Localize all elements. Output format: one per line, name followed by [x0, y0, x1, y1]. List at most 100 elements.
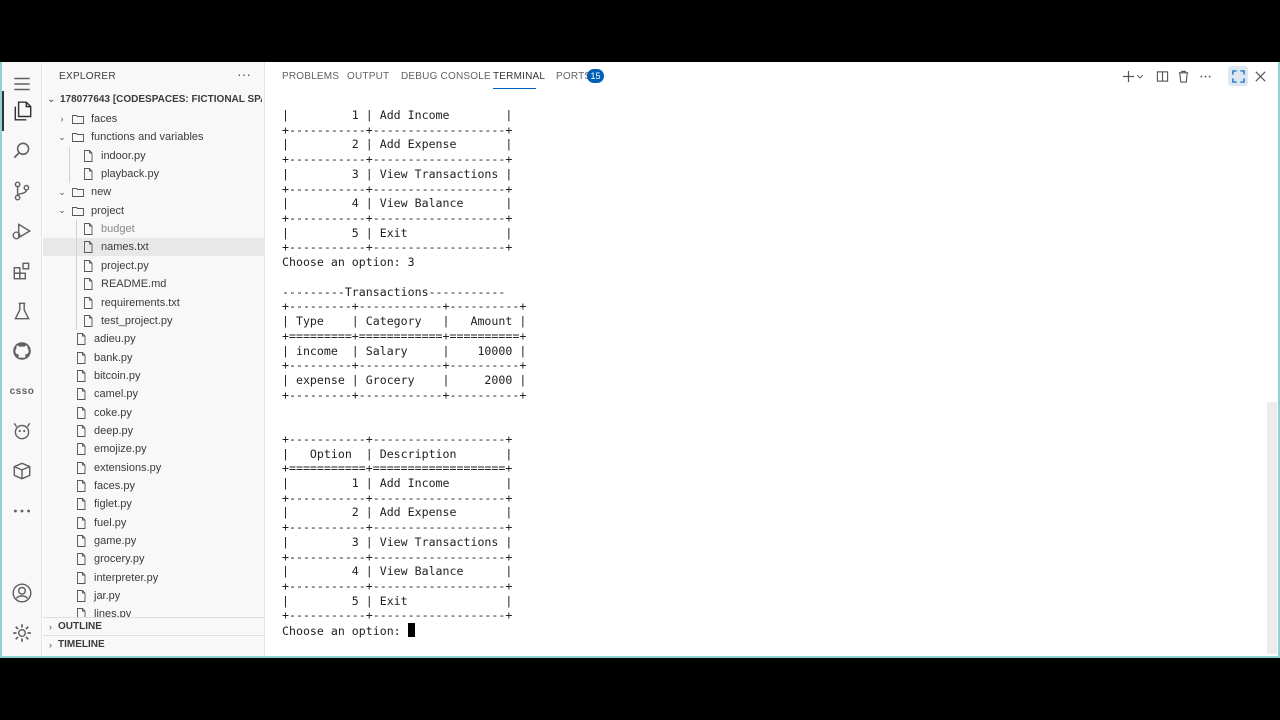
terminal-line: | 4 | View Balance | — [282, 564, 513, 579]
tree-file[interactable]: camel.py — [43, 385, 265, 403]
terminal-line: +-----------+-------------------+ — [282, 579, 513, 594]
tab-debug-console[interactable]: DEBUG CONSOLE — [401, 71, 491, 82]
timeline-section[interactable]: › TIMELINE — [43, 635, 265, 653]
terminal-line: | 1 | Add Income | — [282, 108, 513, 122]
terminal-line: | income | Salary | 10000 | — [282, 343, 527, 358]
tree-file[interactable]: figlet.py — [43, 495, 265, 513]
csso-icon[interactable]: csso — [2, 371, 42, 411]
new-terminal-icon[interactable] — [1120, 68, 1136, 84]
tree-item-label: budget — [101, 223, 135, 236]
tree-folder[interactable]: › faces — [43, 110, 265, 128]
tree-item-label: emojize.py — [94, 443, 147, 456]
tree-file[interactable]: indoor.py — [43, 147, 265, 165]
chevron-down-icon: ⌄ — [58, 131, 66, 142]
tree-item-label: indoor.py — [101, 149, 146, 162]
terminal-output[interactable]: | 1 | Add Income | +-----------+---------… — [282, 108, 1262, 650]
tab-problems[interactable]: PROBLEMS — [282, 71, 339, 82]
tree-item-label: README.md — [101, 278, 167, 291]
terminal-line: +-----------+-------------------+ — [282, 608, 513, 623]
tree-item-label: faces — [91, 113, 118, 125]
remote-explorer-icon[interactable] — [2, 411, 42, 451]
tree-item-label: lines.py — [94, 608, 132, 617]
tree-folder[interactable]: ⌄ functions and variables — [43, 128, 265, 146]
tree-file[interactable]: deep.py — [43, 422, 265, 440]
tree-file[interactable]: jar.py — [43, 587, 265, 605]
terminal-line: | expense | Grocery | 2000 | — [282, 372, 527, 387]
trash-icon[interactable] — [1175, 68, 1191, 84]
terminal-line: | 5 | Exit | — [282, 593, 513, 608]
terminal-line: Choose an option: — [282, 623, 415, 638]
file-icon — [75, 498, 94, 511]
tab-ports[interactable]: PORTS — [556, 71, 591, 82]
explorer-more-icon[interactable]: ··· — [237, 66, 251, 82]
file-icon — [75, 443, 94, 456]
tree-file[interactable]: game.py — [43, 532, 265, 550]
account-icon[interactable] — [2, 573, 42, 613]
chevron-down-icon: ⌄ — [47, 94, 56, 105]
timeline-label: TIMELINE — [58, 639, 105, 650]
tree-file[interactable]: bitcoin.py — [43, 367, 265, 385]
container-icon[interactable] — [2, 451, 42, 491]
tree-item-label: coke.py — [94, 406, 132, 419]
tree-file[interactable]: faces.py — [43, 477, 265, 495]
tree-file[interactable]: playback.py — [43, 165, 265, 183]
extensions-icon[interactable] — [2, 251, 42, 291]
chevron-right-icon: › — [49, 621, 52, 632]
terminal-line: | Type | Category | Amount | — [282, 314, 527, 329]
terminal-line: | 1 | Add Income | — [282, 476, 513, 490]
terminal-line: +---------+------------+----------+ — [282, 299, 527, 314]
explorer-header: EXPLORER ··· — [43, 62, 265, 90]
file-icon — [75, 590, 94, 603]
search-icon[interactable] — [2, 131, 42, 171]
settings-gear-icon[interactable] — [2, 613, 42, 653]
github-icon[interactable] — [2, 331, 42, 371]
tree-file[interactable]: interpreter.py — [43, 569, 265, 587]
terminal-line: +---------+------------+----------+ — [282, 387, 527, 402]
active-tab-indicator — [493, 88, 536, 89]
folder-icon — [72, 131, 91, 143]
tree-item-label: bank.py — [94, 351, 133, 364]
terminal-line: +-----------+-------------------+ — [282, 490, 513, 505]
tree-file[interactable]: bank.py — [43, 349, 265, 367]
terminal-line: | Option | Description | — [282, 446, 513, 461]
tree-file[interactable]: extensions.py — [43, 459, 265, 477]
terminal-line: +-----------+-------------------+ — [282, 152, 513, 167]
tree-file[interactable]: emojize.py — [43, 440, 265, 458]
terminal-line: | 2 | Add Expense | — [282, 505, 513, 520]
terminal-line: Choose an option: 3 — [282, 255, 415, 270]
chevron-right-icon: › — [60, 114, 64, 124]
file-icon — [82, 259, 101, 272]
tree-item-label: camel.py — [94, 388, 139, 401]
activity-bar: csso — [2, 62, 42, 656]
tab-output[interactable]: OUTPUT — [347, 71, 389, 82]
testing-icon[interactable] — [2, 291, 42, 331]
explorer-icon[interactable] — [2, 91, 42, 131]
file-icon — [75, 351, 94, 364]
chevron-down-icon[interactable] — [1135, 68, 1145, 84]
tree-file[interactable]: fuel.py — [43, 514, 265, 532]
source-control-icon[interactable] — [2, 171, 42, 211]
run-debug-icon[interactable] — [2, 211, 42, 251]
ports-count-badge: 15 — [587, 69, 604, 83]
tree-file[interactable]: coke.py — [43, 404, 265, 422]
tab-terminal[interactable]: TERMINAL — [493, 71, 545, 82]
tree-file[interactable]: lines.py — [43, 605, 265, 617]
more-actions-icon[interactable] — [1197, 68, 1213, 84]
terminal-line: +-----------+-------------------+ — [282, 549, 513, 564]
terminal-line: | 3 | View Transactions | — [282, 534, 513, 549]
close-panel-icon[interactable] — [1252, 68, 1268, 84]
folder-icon — [72, 205, 91, 217]
tree-folder[interactable]: ⌄ new — [43, 183, 265, 201]
panel-tabs: PROBLEMS OUTPUT DEBUG CONSOLE TERMINAL P… — [266, 62, 1278, 92]
tree-item-label: grocery.py — [94, 553, 145, 566]
tree-file[interactable]: adieu.py — [43, 330, 265, 348]
more-icon[interactable] — [2, 491, 42, 531]
maximize-panel-icon[interactable] — [1228, 66, 1248, 86]
outline-section[interactable]: › OUTLINE — [43, 617, 265, 635]
tree-item-label: names.txt — [101, 241, 149, 254]
terminal-scrollbar[interactable] — [1267, 402, 1277, 654]
workspace-row[interactable]: ⌄ 178077643 [CODESPACES: FICTIONAL SPACE… — [43, 91, 265, 109]
tree-folder[interactable]: ⌄ project — [43, 202, 265, 220]
tree-file[interactable]: grocery.py — [43, 550, 265, 568]
split-terminal-icon[interactable] — [1154, 68, 1170, 84]
